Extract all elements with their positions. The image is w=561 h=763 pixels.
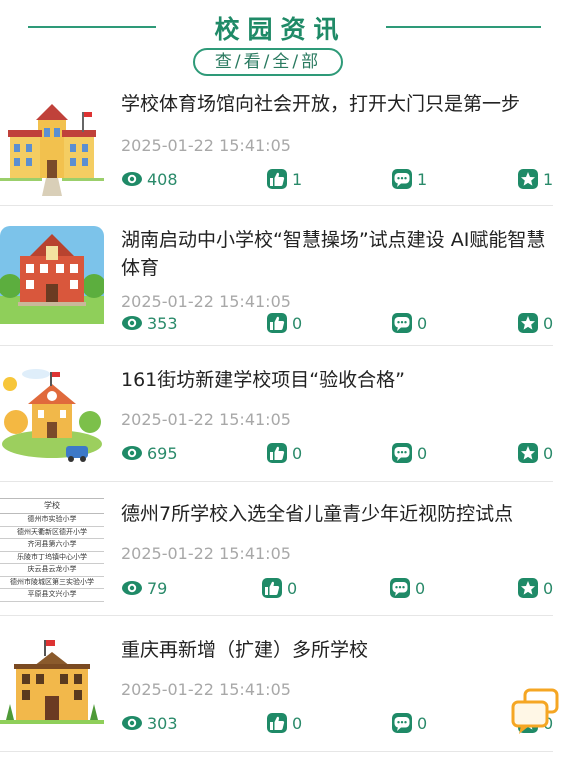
comment-icon [392, 443, 412, 463]
school-list-row: 德州市实验小学 [0, 514, 104, 527]
school-illustration-thumbnail [0, 366, 104, 464]
school-list-row: 乐陵市丁坞镇中心小学 [0, 552, 104, 564]
star-icon [518, 313, 538, 333]
like-button[interactable]: 0 [266, 442, 302, 464]
section-title: 校园资讯 [214, 15, 347, 44]
view-count-value: 408 [147, 169, 178, 189]
thumbs-up-icon [267, 313, 287, 333]
news-timestamp: 2025-01-22 15:41:05 [121, 680, 291, 699]
comment-button[interactable]: 0 [391, 312, 427, 334]
eye-icon [122, 446, 142, 460]
favorite-button[interactable]: 0 [517, 577, 553, 599]
favorite-button[interactable]: 0 [517, 442, 553, 464]
view-count: 303 [121, 712, 178, 734]
comment-icon [390, 578, 410, 598]
comment-icon [392, 169, 412, 189]
comment-button[interactable]: 1 [391, 168, 427, 190]
star-icon [518, 443, 538, 463]
comment-count: 0 [417, 713, 428, 733]
news-item[interactable]: 学校体育场馆向社会开放，打开大门只是第一步 2025-01-22 15:41:0… [0, 80, 561, 206]
view-all-button[interactable]: 查/看/全/部 [193, 48, 343, 76]
school-list-row: 庆云县云龙小学 [0, 564, 104, 577]
view-count: 408 [121, 168, 178, 190]
school-building-thumbnail [0, 636, 104, 734]
favorite-count: 1 [543, 169, 554, 189]
favorite-button[interactable]: 0 [517, 312, 553, 334]
favorite-count: 0 [543, 578, 554, 598]
eye-icon [122, 716, 142, 730]
news-timestamp: 2025-01-22 15:41:05 [121, 292, 291, 311]
comment-count: 0 [415, 578, 426, 598]
news-title[interactable]: 德州7所学校入选全省儿童青少年近视防控试点 [121, 500, 551, 528]
like-count: 0 [292, 313, 303, 333]
view-count-value: 695 [147, 443, 178, 463]
comment-icon [392, 713, 412, 733]
favorite-count: 0 [543, 443, 554, 463]
news-title[interactable]: 161街坊新建学校项目“验收合格” [121, 366, 551, 394]
news-title[interactable]: 重庆再新增（扩建）多所学校 [121, 636, 551, 664]
school-building-thumbnail [0, 226, 104, 324]
school-list-heading: 学校 [0, 499, 104, 514]
school-list-row: 德州天衢新区德开小学 [0, 527, 104, 539]
comment-icon [392, 313, 412, 333]
view-count: 79 [121, 577, 167, 599]
comment-count: 1 [417, 169, 428, 189]
star-icon [518, 169, 538, 189]
comment-count: 0 [417, 313, 428, 333]
like-count: 0 [292, 443, 303, 463]
comment-button[interactable]: 0 [391, 442, 427, 464]
thumbs-up-icon [262, 578, 282, 598]
news-timestamp: 2025-01-22 15:41:05 [121, 544, 291, 563]
school-building-thumbnail [0, 98, 104, 196]
star-icon [518, 578, 538, 598]
school-list-row: 平原县文兴小学 [0, 589, 104, 602]
like-button[interactable]: 1 [266, 168, 302, 190]
like-count: 0 [292, 713, 303, 733]
view-count: 695 [121, 442, 178, 464]
section-header: 校园资讯 查/看/全/部 [0, 0, 561, 80]
like-count: 0 [287, 578, 298, 598]
news-item[interactable]: 161街坊新建学校项目“验收合格” 2025-01-22 15:41:05 69… [0, 346, 561, 482]
view-count: 353 [121, 312, 178, 334]
eye-icon [122, 581, 142, 595]
news-timestamp: 2025-01-22 15:41:05 [121, 136, 291, 155]
like-button[interactable]: 0 [266, 312, 302, 334]
news-item[interactable]: 重庆再新增（扩建）多所学校 2025-01-22 15:41:05 303 0 … [0, 616, 561, 752]
view-count-value: 303 [147, 713, 178, 733]
favorite-button[interactable]: 1 [517, 168, 553, 190]
eye-icon [122, 316, 142, 330]
eye-icon [122, 172, 142, 186]
like-button[interactable]: 0 [261, 577, 297, 599]
thumbs-up-icon [267, 443, 287, 463]
header-line-right [386, 26, 541, 28]
comment-button[interactable]: 0 [389, 577, 425, 599]
thumbs-up-icon [267, 169, 287, 189]
view-count-value: 79 [147, 578, 168, 598]
news-title[interactable]: 湖南启动中小学校“智慧操场”试点建设 AI赋能智慧体育 [121, 226, 551, 282]
thumbs-up-icon [267, 713, 287, 733]
like-button[interactable]: 0 [266, 712, 302, 734]
school-list-row: 德州市陵城区第三实验小学 [0, 577, 104, 589]
chat-bubbles-icon[interactable] [509, 688, 561, 740]
divider [0, 751, 553, 752]
favorite-count: 0 [543, 313, 554, 333]
like-count: 1 [292, 169, 303, 189]
news-item[interactable]: 湖南启动中小学校“智慧操场”试点建设 AI赋能智慧体育 2025-01-22 1… [0, 206, 561, 346]
comment-count: 0 [417, 443, 428, 463]
view-count-value: 353 [147, 313, 178, 333]
news-title[interactable]: 学校体育场馆向社会开放，打开大门只是第一步 [121, 90, 551, 118]
school-list-row: 齐河县第六小学 [0, 539, 104, 552]
comment-button[interactable]: 0 [391, 712, 427, 734]
news-item[interactable]: 学校 德州市实验小学 德州天衢新区德开小学 齐河县第六小学 乐陵市丁坞镇中心小学 庆云县… [0, 482, 561, 616]
news-timestamp: 2025-01-22 15:41:05 [121, 410, 291, 429]
school-list-thumbnail: 学校 德州市实验小学 德州天衢新区德开小学 齐河县第六小学 乐陵市丁坞镇中心小学 庆云县… [0, 498, 104, 603]
